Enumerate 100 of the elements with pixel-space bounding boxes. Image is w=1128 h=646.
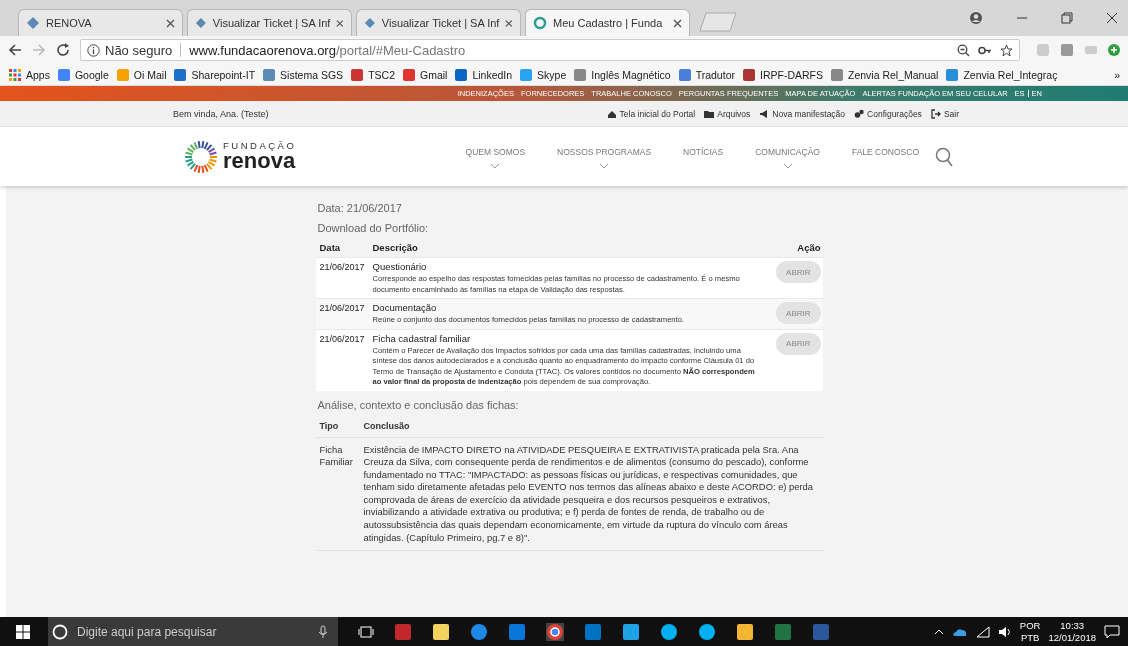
site-icon	[677, 67, 692, 82]
nav-link[interactable]: NOTÍCIAS	[683, 146, 724, 157]
bookmark-link[interactable]: Zenvia Rel_Integraç	[945, 67, 1058, 82]
type-cell-text: Ficha Familiar	[319, 443, 354, 470]
clock-date[interactable]: 12/01/2018	[1048, 631, 1096, 644]
site-icon	[262, 67, 277, 82]
nav-link[interactable]: COMUNICAÇÃO	[755, 146, 820, 157]
logo-text: renova	[223, 150, 297, 173]
document-title: Documentação	[372, 302, 438, 313]
bookmark-link[interactable]: Skype	[519, 67, 567, 82]
search-bar[interactable]: Digite aqui para pesquisar	[48, 617, 338, 646]
column-header: Ação	[796, 242, 821, 253]
site-icon	[533, 16, 547, 30]
site-icon	[195, 16, 207, 30]
circle-icon	[52, 623, 68, 640]
nav-link[interactable]: NOSSOS PROGRAMAS	[557, 146, 652, 157]
more-bookmarks-button[interactable]: »	[1114, 68, 1120, 81]
plus-icon[interactable]	[1108, 44, 1120, 56]
site-icon	[519, 67, 534, 82]
bookmark-link[interactable]: Zenvia Rel_Manual	[829, 67, 939, 82]
keyboard-layout[interactable]: PTB	[1020, 631, 1040, 644]
document-title: Ficha cadastral familiar	[372, 332, 472, 344]
browser-tab[interactable]: Visualizar Ticket | SA Inf	[356, 9, 521, 36]
site-icon	[741, 67, 756, 82]
clock-time[interactable]: 10:33	[1060, 619, 1085, 632]
star-icon[interactable]	[1000, 43, 1013, 57]
app-icon[interactable]	[660, 622, 678, 641]
language-indicator[interactable]: POR	[1019, 619, 1041, 632]
back-icon[interactable]	[8, 43, 22, 57]
bookmark-link[interactable]: Tradutor	[677, 67, 735, 82]
zoom-icon[interactable]	[957, 43, 970, 57]
bookmark-link[interactable]: TSC2	[350, 67, 395, 82]
browser-tab[interactable]: Visualizar Ticket | SA Inf	[187, 9, 352, 36]
user-link[interactable]: Configurações	[854, 108, 922, 119]
bookmark-link[interactable]: LinkedIn	[454, 67, 513, 82]
search-field[interactable]: Digite aqui para pesquisar	[75, 623, 311, 640]
document-title: Questionário	[372, 261, 428, 272]
cloud-icon[interactable]	[951, 626, 968, 637]
close-icon[interactable]	[336, 18, 344, 28]
restore-icon[interactable]	[1061, 12, 1073, 24]
site-icon	[350, 67, 365, 82]
site-icon	[573, 67, 588, 82]
close-icon[interactable]	[1106, 12, 1118, 24]
user-link[interactable]: Nova manifestação	[759, 108, 846, 119]
user-link[interactable]: Arquivos	[704, 108, 751, 119]
conclusion-cell-text: Existência de IMPACTO DIRETO na ATIVIDADE PESQUEIRA E EXTRATIVISTA praticada pela Sra. Ana Creuza da Silva, com consequente perda de rendimentos e de alimentos (consumo do pescado), conforme fundamentado no TTAC: "IMPACTADO: as pessoas físicas ou jurídicas, e respectivas comunidades, que tenham sido diretamente afetadas pelo EVENTO nos termos das alíneas abaixo e deste ACORDO: e) perda comprovada de áreas de exercício da atividade pesqueira e dos recursos pesqueiros e extrativos, inviabilizando a atividade extrativa ou produtiva; e f) perda de fontes de renda, de trabalho ou de autossubsistência das quais dependam economicamente, em virtude da ruptura do vínculo com áreas atingidas. (Capítulo Primeiro, pg.7 e 8)".	[363, 443, 815, 545]
app-icon[interactable]	[546, 622, 564, 641]
reload-icon[interactable]	[56, 43, 70, 57]
column-header: Data	[319, 242, 342, 253]
nav-link[interactable]: FALE CONOSCO	[851, 146, 919, 157]
chevron-up-icon[interactable]	[933, 628, 944, 635]
sign-out-icon	[930, 108, 941, 119]
browser-tab[interactable]: Meu Cadastro | Funda	[525, 9, 690, 36]
column-header: Tipo	[319, 420, 340, 431]
site-icon	[401, 67, 416, 82]
app-icon[interactable]	[432, 622, 450, 641]
apps-grid-icon	[8, 67, 22, 82]
bookmark-link[interactable]: Google	[56, 67, 109, 82]
app-icon[interactable]	[736, 622, 754, 641]
bookmark-link[interactable]: IRPF-DARFS	[741, 67, 823, 82]
microphone-icon	[318, 624, 328, 639]
user-link[interactable]: Tela inicial do Portal	[606, 108, 696, 119]
site-icon	[56, 67, 71, 82]
site-icon	[454, 67, 469, 82]
bookmark-link[interactable]: Oi Mail	[115, 67, 167, 82]
close-icon[interactable]	[166, 18, 175, 28]
bookmark-link[interactable]: Apps	[8, 67, 50, 82]
bookmark-link[interactable]: Sharepoint-IT	[173, 67, 256, 82]
bookmark-link[interactable]: Inglês Magnético	[573, 67, 671, 82]
site-icon	[115, 67, 130, 82]
home-icon	[606, 108, 617, 119]
column-header: Conclusão	[363, 420, 411, 431]
app-icon[interactable]	[622, 622, 640, 641]
speaker-icon[interactable]	[997, 625, 1012, 638]
portfolio-label: Download do Portfólio:	[317, 222, 430, 234]
address-field[interactable]: Não seguro www.fundacaorenova.org/portal/#Meu-Cadastro	[80, 39, 1020, 61]
folder-icon	[704, 108, 715, 119]
site-icon	[364, 16, 376, 30]
logo-rays-icon	[183, 138, 219, 175]
windows-start-icon[interactable]	[16, 624, 30, 639]
close-icon[interactable]	[505, 18, 513, 28]
user-link[interactable]: Sair	[930, 108, 959, 119]
task-view-icon[interactable]	[358, 624, 374, 639]
date-cell-text: 21/06/2017	[319, 332, 366, 346]
notification-icon[interactable]	[1104, 624, 1120, 639]
browser-tab[interactable]: RENOVA	[18, 9, 183, 36]
profile-icon[interactable]	[969, 11, 983, 25]
search-icon[interactable]	[935, 146, 953, 167]
bookmark-link[interactable]: Gmail	[401, 67, 448, 82]
site-icon	[173, 67, 188, 82]
site-icon	[26, 16, 40, 30]
bookmark-link[interactable]: Sistema SGS	[262, 67, 344, 82]
app-icon[interactable]	[698, 622, 716, 641]
close-icon[interactable]	[673, 18, 682, 28]
logo-text: FUNDAÇÃO	[223, 140, 297, 151]
column-header: Descrição	[372, 242, 419, 253]
extension-icon[interactable]	[1060, 43, 1074, 57]
welcome-text: Bem vinda, Ana. (Teste)	[173, 108, 269, 119]
nav-link[interactable]: QUEM SOMOS	[465, 146, 526, 157]
date-text: Data: 21/06/2017	[317, 202, 403, 214]
